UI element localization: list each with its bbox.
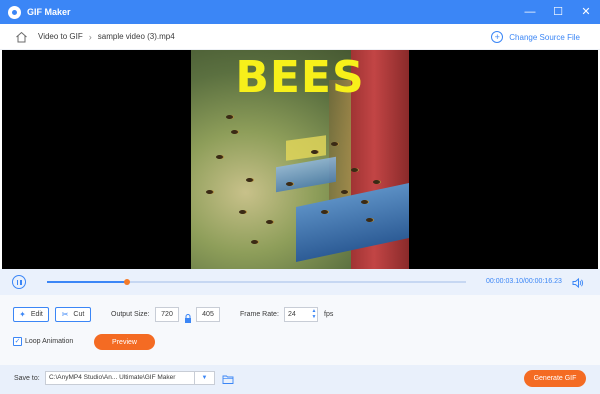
save-bar: Save to: C:\AnyMP4 Studio\An... Ultimate… [0, 365, 600, 394]
maximize-icon[interactable]: ☐ [552, 0, 564, 24]
seek-slider[interactable] [47, 279, 466, 285]
breadcrumb-video-to-gif[interactable]: Video to GIF [38, 32, 83, 41]
pause-button[interactable] [12, 275, 26, 289]
save-path-dropdown[interactable]: ▼ [195, 371, 215, 385]
chevron-right-icon: › [88, 31, 92, 42]
frame-rate-value: 24 [288, 311, 296, 318]
change-source-label: Change Source File [509, 32, 580, 42]
height-input[interactable]: 405 [196, 307, 220, 322]
magic-wand-icon: ✦ [19, 310, 26, 319]
folder-icon[interactable] [222, 372, 234, 384]
generate-gif-button[interactable]: Generate GIF [524, 370, 586, 387]
volume-icon[interactable] [572, 276, 584, 289]
frame-rate-label: Frame Rate: [240, 311, 279, 318]
loop-animation-label: Loop Animation [25, 338, 74, 345]
playback-controls: 00:00:03.10/00:00:16.23 [0, 269, 600, 295]
frame-rate-stepper[interactable]: ▲ ▼ [311, 308, 317, 320]
video-preview: BEES [2, 50, 598, 269]
caret-down-icon: ▼ [201, 375, 208, 381]
width-input[interactable]: 720 [155, 307, 179, 322]
cut-button[interactable]: ✂ Cut [55, 307, 91, 322]
close-icon[interactable]: ✕ [580, 0, 592, 24]
breadcrumb-file-name: sample video (3).mp4 [97, 32, 175, 41]
gif-settings-panel: ✦ Edit ✂ Cut Output Size: 720 405 Frame … [0, 295, 600, 365]
change-source-file-button[interactable]: + Change Source File [491, 24, 580, 50]
video-overlay-text: BEES [235, 52, 365, 103]
home-icon[interactable] [14, 30, 28, 44]
seek-progress [47, 281, 127, 283]
save-to-label: Save to: [14, 375, 40, 382]
scissors-icon: ✂ [61, 310, 69, 319]
chevron-down-icon[interactable]: ▼ [311, 314, 317, 320]
cut-label: Cut [73, 311, 85, 318]
seek-handle[interactable] [123, 279, 130, 285]
save-path-field[interactable]: C:\AnyMP4 Studio\An... Ultimate\GIF Make… [45, 371, 195, 385]
preview-button[interactable]: Preview [94, 334, 155, 350]
edit-button[interactable]: ✦ Edit [13, 307, 49, 322]
video-frame: BEES [191, 50, 409, 269]
title-bar: GIF Maker — ☐ ✕ [0, 0, 600, 24]
app-logo-icon [8, 5, 21, 19]
window-controls: — ☐ ✕ [524, 0, 592, 24]
breadcrumb-bar: Video to GIF › sample video (3).mp4 + Ch… [0, 24, 600, 50]
time-display: 00:00:03.10/00:00:16.23 [486, 278, 562, 285]
output-size-label: Output Size: [111, 311, 150, 318]
fps-unit: fps [324, 311, 334, 318]
plus-circle-icon: + [491, 31, 504, 43]
edit-label: Edit [30, 311, 43, 318]
minimize-icon[interactable]: — [524, 0, 536, 24]
loop-animation-checkbox[interactable]: ✓ [13, 337, 22, 346]
lock-icon[interactable] [184, 310, 192, 323]
window-title: GIF Maker [27, 7, 71, 17]
